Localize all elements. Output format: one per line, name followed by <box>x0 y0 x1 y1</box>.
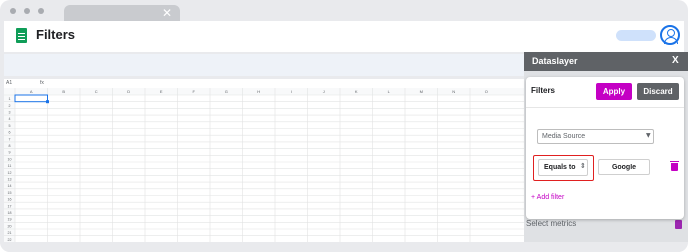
column-header[interactable]: O <box>485 89 488 94</box>
selected-cell[interactable] <box>14 94 48 103</box>
modal-divider <box>526 107 684 108</box>
add-filter-link[interactable]: + Add filter <box>531 194 564 201</box>
app-header: Filters <box>4 21 684 52</box>
modal-title: Filters <box>531 86 556 95</box>
account-icon[interactable] <box>660 25 680 45</box>
row-header[interactable]: 12 <box>8 171 12 175</box>
row-header[interactable]: 5 <box>9 124 11 128</box>
tab-close-icon[interactable]: ✕ <box>162 6 172 20</box>
row-header[interactable]: 16 <box>8 198 12 202</box>
browser-window: ✕ Filters A1 fx ABCDEFGHIJKLMNO123456789… <box>0 0 688 252</box>
operator-select-value: Equals to <box>544 164 576 171</box>
column-header[interactable]: K <box>355 89 358 94</box>
panel-title: Dataslayer <box>532 56 578 66</box>
select-metrics-label[interactable]: Select metrics <box>526 219 576 228</box>
updown-arrows-icon: ⇕ <box>580 162 586 170</box>
discard-button[interactable]: Discard <box>637 83 679 100</box>
grid-canvas[interactable]: A B C D E F G H I J K L M N O1234567891011121314151617… <box>4 88 524 242</box>
window-close-dot[interactable] <box>10 8 16 14</box>
dimension-select[interactable]: Media Source ▼ <box>537 129 654 144</box>
row-header[interactable]: 19 <box>8 218 12 222</box>
panel-header: Dataslayer X <box>524 52 688 71</box>
row-header[interactable]: 13 <box>8 178 12 182</box>
row-header[interactable]: 1 <box>9 97 11 101</box>
row-header[interactable]: 10 <box>8 157 12 161</box>
row-header[interactable]: 20 <box>8 224 12 228</box>
filters-modal: Filters Apply Discard Media Source ▼ Equ… <box>526 77 684 219</box>
row-header[interactable]: 21 <box>8 231 12 235</box>
row-header[interactable]: 17 <box>8 204 12 208</box>
row-header[interactable]: 14 <box>8 184 12 188</box>
column-header[interactable]: E <box>160 89 163 94</box>
column-header[interactable]: B <box>62 89 65 94</box>
column-header[interactable]: N <box>452 89 455 94</box>
browser-tab[interactable]: ✕ <box>64 5 180 21</box>
column-header-bar <box>4 88 524 95</box>
row-header[interactable]: 3 <box>9 111 11 115</box>
column-header[interactable]: A <box>30 89 33 94</box>
row-header[interactable]: 6 <box>9 131 11 135</box>
window-maximize-dot[interactable] <box>38 8 44 14</box>
page-title: Filters <box>36 27 76 42</box>
share-button[interactable] <box>616 30 656 41</box>
metrics-clipboard-icon[interactable] <box>675 220 682 229</box>
column-header[interactable]: I <box>291 89 292 94</box>
chevron-down-icon: ▼ <box>646 132 651 139</box>
dimension-select-value: Media Source <box>542 133 586 140</box>
operator-highlight: Equals to ⇕ <box>533 155 594 181</box>
cell-reference[interactable]: A1 <box>6 80 12 86</box>
row-header[interactable]: 18 <box>8 211 12 215</box>
trash-icon[interactable] <box>670 161 679 171</box>
fill-handle[interactable] <box>46 100 49 104</box>
formula-bar: A1 fx <box>4 79 524 88</box>
row-header[interactable]: 2 <box>9 104 11 108</box>
bottom-strip <box>0 242 688 252</box>
row-header[interactable]: 15 <box>8 191 12 195</box>
column-header[interactable]: D <box>127 89 130 94</box>
window-controls <box>10 8 44 14</box>
column-header[interactable]: M <box>420 89 423 94</box>
row-header[interactable]: 7 <box>9 137 11 141</box>
filter-value-input[interactable] <box>598 159 650 175</box>
panel-close-button[interactable]: X <box>672 55 679 66</box>
window-minimize-dot[interactable] <box>24 8 30 14</box>
column-header[interactable]: G <box>225 89 228 94</box>
row-header[interactable]: 8 <box>9 144 11 148</box>
sheets-toolbar <box>4 54 524 76</box>
column-header[interactable]: J <box>323 89 325 94</box>
column-header[interactable]: C <box>95 89 98 94</box>
row-header[interactable]: 9 <box>9 151 11 155</box>
fx-icon: fx <box>40 80 44 86</box>
row-header[interactable]: 4 <box>9 117 11 121</box>
spreadsheet-grid[interactable]: A B C D E F G H I J K L M N O 1 2 3 4 5 6 7 8 9 10 11 12 13 14 15 16 17… <box>4 88 524 242</box>
operator-select[interactable]: Equals to ⇕ <box>538 159 588 176</box>
sheets-logo-icon <box>16 28 27 43</box>
row-header[interactable]: 11 <box>8 164 12 168</box>
apply-button[interactable]: Apply <box>596 83 632 100</box>
column-header[interactable]: H <box>257 89 260 94</box>
